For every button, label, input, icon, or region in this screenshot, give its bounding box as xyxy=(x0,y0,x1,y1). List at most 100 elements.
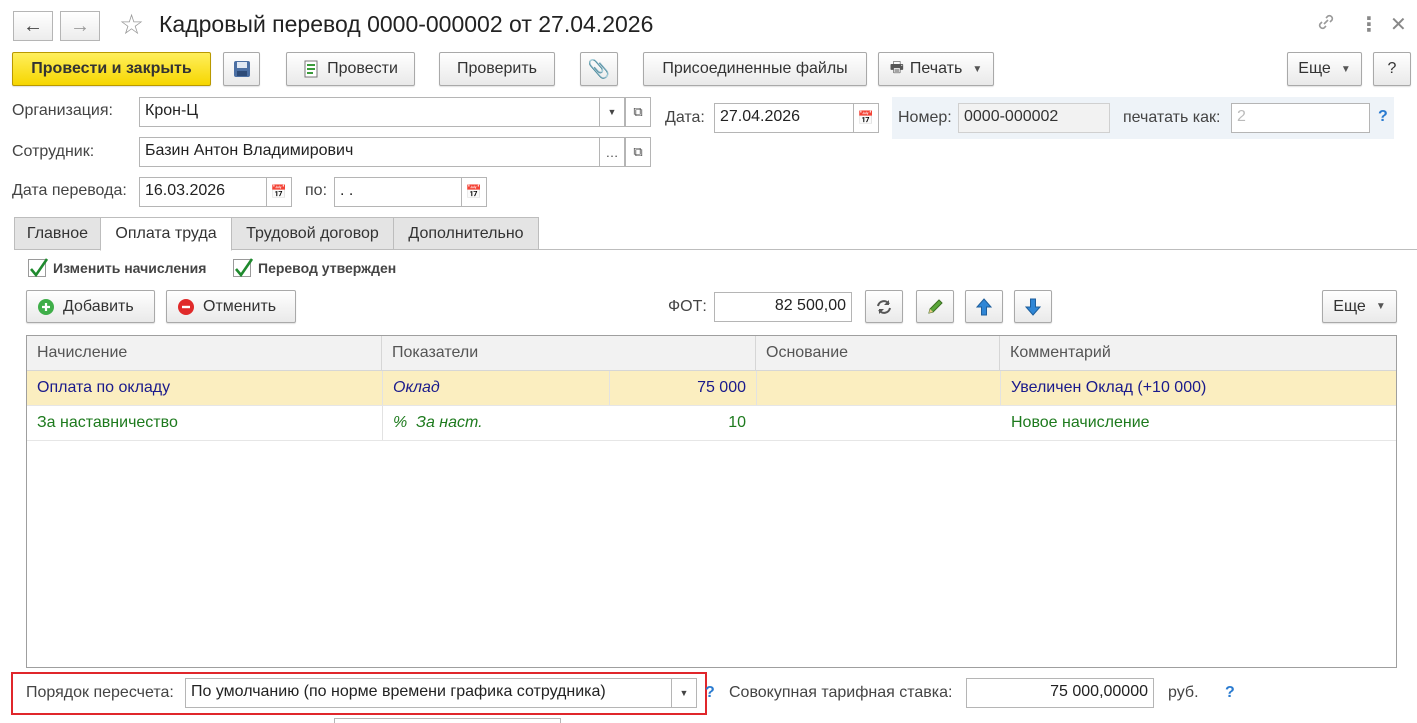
tab-main[interactable]: Главное xyxy=(14,217,101,250)
table-row[interactable]: Оплата по окладу Оклад 75 000 Увеличен О… xyxy=(27,371,1396,406)
check-button[interactable]: Проверить xyxy=(439,52,555,86)
chevron-down-icon: ▼ xyxy=(972,63,983,75)
fot-label: ФОТ: xyxy=(668,298,707,315)
organization-label: Организация: xyxy=(12,102,113,119)
checkmark-icon xyxy=(235,258,254,278)
move-down-button[interactable] xyxy=(1014,290,1052,323)
tab-payment[interactable]: Оплата труда xyxy=(100,217,232,251)
chevron-down-icon: ▼ xyxy=(607,107,617,117)
number-field: 0000-000002 xyxy=(958,103,1110,133)
accrual-cell: За наставничество xyxy=(37,414,178,431)
recalc-select[interactable]: По умолчанию (по норме времени графика с… xyxy=(185,678,672,708)
number-label: Номер: xyxy=(898,109,952,126)
tab-additional[interactable]: Дополнительно xyxy=(393,217,539,250)
to-date-field[interactable]: . . xyxy=(334,177,462,207)
number-help-icon[interactable]: ? xyxy=(1378,108,1388,126)
column-header-comment[interactable]: Комментарий xyxy=(1000,336,1396,371)
post-and-close-button[interactable]: Провести и закрыть xyxy=(12,52,211,86)
rate-label: Совокупная тарифная ставка: xyxy=(729,684,953,701)
edit-button[interactable] xyxy=(916,290,954,323)
help-button[interactable]: ? xyxy=(1373,52,1411,86)
pay-more-button[interactable]: Еще ▼ xyxy=(1322,290,1397,323)
ellipsis-icon: … xyxy=(605,144,619,160)
transfer-date-calendar-button[interactable]: 📅 xyxy=(266,177,292,207)
column-header-basis[interactable]: Основание xyxy=(756,336,1000,371)
transfer-approved-label: Перевод утвержден xyxy=(258,260,397,276)
post-doc-icon xyxy=(304,60,318,78)
move-up-button[interactable] xyxy=(965,290,1003,323)
arrow-left-icon: ← xyxy=(23,14,43,37)
indicator-value-cell: 75 000 xyxy=(697,379,746,396)
chevron-down-icon: ▼ xyxy=(1340,63,1351,75)
date-calendar-button[interactable]: 📅 xyxy=(853,103,879,133)
forward-button[interactable]: → xyxy=(60,11,100,41)
page-title: Кадровый перевод 0000-000002 от 27.04.20… xyxy=(159,11,654,37)
save-button[interactable] xyxy=(223,52,260,86)
print-button[interactable]: 🖶 Печать ▼ xyxy=(878,52,994,86)
more-button[interactable]: Еще ▼ xyxy=(1287,52,1362,86)
print-as-field[interactable]: 2 xyxy=(1231,103,1370,133)
post-button[interactable]: Провести xyxy=(286,52,415,86)
favorite-star-icon[interactable]: ☆ xyxy=(119,8,144,41)
attach-button[interactable]: 📎 xyxy=(580,52,618,86)
column-header-indicators[interactable]: Показатели xyxy=(382,336,756,371)
date-field[interactable]: 27.04.2026 xyxy=(714,103,854,133)
attached-files-button[interactable]: Присоединенные файлы xyxy=(643,52,867,86)
employee-select-button[interactable]: … xyxy=(599,137,625,167)
printer-icon: 🖶 xyxy=(889,58,904,76)
transfer-date-field[interactable]: 16.03.2026 xyxy=(139,177,267,207)
refresh-button[interactable] xyxy=(865,290,903,323)
calendar-icon: 📅 xyxy=(270,184,288,199)
currency-label: руб. xyxy=(1168,684,1199,701)
hidden-field-edge xyxy=(334,718,561,723)
transfer-date-label: Дата перевода: xyxy=(12,182,127,199)
cancel-accrual-button[interactable]: Отменить xyxy=(166,290,296,323)
recalc-label: Порядок пересчета: xyxy=(26,684,174,701)
change-accruals-checkbox[interactable] xyxy=(28,258,49,278)
organization-dropdown-button[interactable]: ▼ xyxy=(599,97,625,127)
recalc-dropdown-button[interactable]: ▼ xyxy=(671,678,697,708)
more-vertical-icon[interactable]: ⋮ xyxy=(1359,12,1379,37)
accrual-cell: Оплата по окладу xyxy=(37,379,171,396)
paperclip-icon: 📎 xyxy=(587,58,611,79)
organization-open-button[interactable]: ⧉ xyxy=(625,97,651,127)
print-as-label: печатать как: xyxy=(1123,109,1221,126)
add-accrual-button[interactable]: Добавить xyxy=(26,290,155,323)
chevron-down-icon: ▼ xyxy=(679,688,689,698)
employee-field[interactable]: Базин Антон Владимирович xyxy=(139,137,600,167)
table-row[interactable]: За наставничество % За наст. 10 Новое на… xyxy=(27,406,1396,441)
save-icon xyxy=(233,61,250,77)
arrow-down-icon xyxy=(1025,298,1041,316)
comment-cell: Новое начисление xyxy=(1011,414,1150,431)
calendar-icon: 📅 xyxy=(465,184,483,199)
change-accruals-label: Изменить начисления xyxy=(53,260,207,276)
checkmark-icon xyxy=(30,258,49,278)
close-icon[interactable]: ✕ xyxy=(1390,12,1407,37)
organization-field[interactable]: Крон-Ц xyxy=(139,97,600,127)
employee-open-button[interactable]: ⧉ xyxy=(625,137,651,167)
plus-circle-icon xyxy=(38,298,54,315)
tab-labor-contract[interactable]: Трудовой договор xyxy=(231,217,394,250)
chevron-down-icon: ▼ xyxy=(1375,301,1386,312)
link-icon[interactable] xyxy=(1316,12,1336,38)
indicator-cell: % За наст. xyxy=(393,414,483,431)
arrow-right-icon: → xyxy=(70,14,90,37)
minus-circle-icon xyxy=(178,298,194,315)
accruals-table[interactable]: Начисление Показатели Основание Коммента… xyxy=(26,335,1397,668)
calendar-icon: 📅 xyxy=(857,110,875,125)
to-label: по: xyxy=(305,182,328,199)
column-header-accrual[interactable]: Начисление xyxy=(27,336,382,371)
basis-cell xyxy=(757,371,1000,405)
rate-field: 75 000,00000 xyxy=(966,678,1154,708)
indicator-cell: Оклад xyxy=(393,379,440,396)
transfer-approved-checkbox[interactable] xyxy=(233,258,254,278)
refresh-icon xyxy=(877,299,891,314)
fot-field: 82 500,00 xyxy=(714,292,852,322)
to-date-calendar-button[interactable]: 📅 xyxy=(461,177,487,207)
rate-help-icon[interactable]: ? xyxy=(1225,684,1235,702)
indicator-value-cell: 10 xyxy=(728,414,746,431)
pencil-icon xyxy=(928,298,943,314)
basis-cell xyxy=(757,406,1000,440)
back-button[interactable]: ← xyxy=(13,11,53,41)
recalc-help-icon[interactable]: ? xyxy=(705,684,715,702)
